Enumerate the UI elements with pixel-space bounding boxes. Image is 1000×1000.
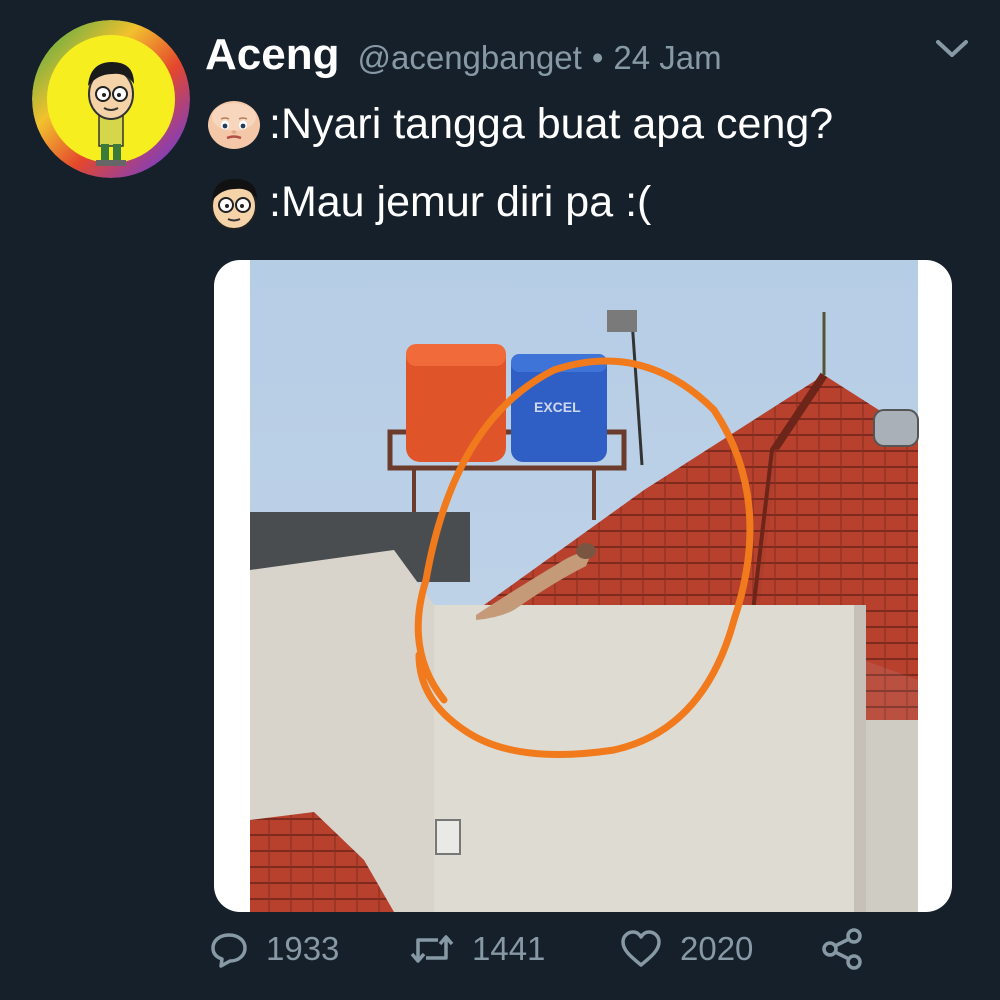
- tweet-line-1: :Nyari tangga buat apa ceng?: [205, 92, 833, 156]
- chevron-down-icon[interactable]: [932, 36, 972, 62]
- like-button[interactable]: 2020: [618, 922, 753, 976]
- tweet-text-line-1: :Nyari tangga buat apa ceng?: [269, 99, 834, 148]
- separator: •: [591, 39, 604, 76]
- share-icon: [822, 928, 862, 970]
- tweet-text-line-2: :Mau jemur diri pa :(: [269, 177, 652, 226]
- avatar[interactable]: [32, 20, 190, 178]
- tweet-line-2: :Mau jemur diri pa :(: [205, 170, 651, 234]
- retweet-icon: [410, 935, 454, 963]
- reply-icon: [211, 933, 247, 968]
- tweet-photo[interactable]: EXCEL: [214, 260, 952, 912]
- like-count: 2020: [680, 930, 754, 967]
- rooftop-photo: EXCEL: [250, 260, 919, 912]
- retweet-count: 1441: [472, 930, 546, 967]
- display-name[interactable]: Aceng: [205, 30, 339, 80]
- reply-button[interactable]: 1933: [208, 922, 339, 976]
- cartoon-boy-avatar-icon: [32, 20, 190, 178]
- cartoon-boy-face-icon: [211, 179, 257, 230]
- tank-label: EXCEL: [534, 399, 581, 415]
- action-bar: 1933 1441 2020: [208, 922, 888, 976]
- share-button[interactable]: [820, 922, 866, 976]
- retweet-button[interactable]: 1441: [408, 922, 545, 976]
- reply-count: 1933: [266, 930, 340, 967]
- baby-face-icon: [208, 101, 260, 149]
- tweet-header: Aceng @acengbanget • 24 Jam: [205, 30, 722, 82]
- heart-icon: [621, 930, 661, 967]
- user-handle[interactable]: @acengbanget: [357, 39, 581, 77]
- timestamp[interactable]: 24 Jam: [613, 39, 721, 77]
